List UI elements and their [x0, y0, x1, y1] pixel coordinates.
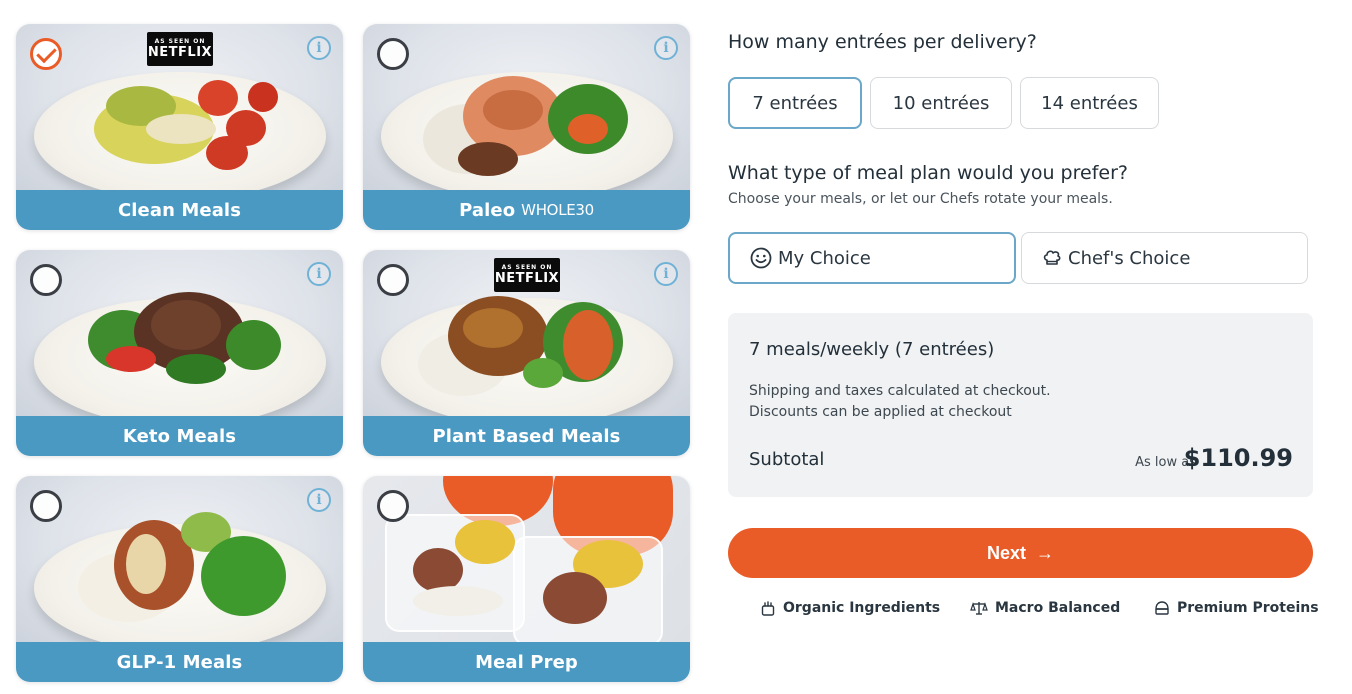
subtotal-label: Subtotal: [749, 449, 825, 470]
organic-icon: [761, 601, 775, 616]
feature-organic: Organic Ingredients: [760, 600, 940, 616]
feature-macro: Macro Balanced: [970, 600, 1120, 616]
arrow-right-icon: →: [1036, 542, 1054, 563]
meal-card-glp1[interactable]: i GLP-1 Meals: [16, 476, 343, 682]
meal-card-label: Meal Prep: [363, 642, 690, 682]
order-summary: 7 meals/weekly (7 entrées) Shipping and …: [728, 313, 1313, 497]
my-choice-label: My Choice: [778, 247, 871, 269]
plan-summary: 7 meals/weekly (7 entrées): [749, 339, 995, 360]
meal-radio[interactable]: [377, 264, 409, 296]
chefs-choice-option[interactable]: Chef's Choice: [1021, 232, 1308, 284]
netflix-badge: AS SEEN ON NETFLIX: [494, 258, 560, 292]
info-icon[interactable]: i: [654, 262, 678, 286]
meal-card-label: Plant Based Meals: [363, 416, 690, 456]
meal-card-keto[interactable]: i Keto Meals: [16, 250, 343, 456]
netflix-badge-top: AS SEEN ON: [154, 38, 206, 45]
entree-option-10[interactable]: 10 entrées: [870, 77, 1012, 129]
my-choice-option[interactable]: My Choice: [728, 232, 1016, 284]
meal-radio-checked[interactable]: [30, 38, 62, 70]
meal-radio[interactable]: [30, 490, 62, 522]
meal-photo: [16, 476, 343, 642]
feature-protein: Premium Proteins: [1154, 600, 1319, 616]
meal-radio[interactable]: [377, 490, 409, 522]
meal-plan-question: What type of meal plan would you prefer?: [728, 162, 1128, 184]
entree-option-7[interactable]: 7 entrées: [728, 77, 862, 129]
netflix-badge-main: NETFLIX: [494, 271, 560, 286]
info-icon[interactable]: i: [307, 488, 331, 512]
meal-radio[interactable]: [30, 264, 62, 296]
meal-photo: [363, 24, 690, 190]
protein-icon: [1155, 601, 1169, 615]
next-button-label: Next: [986, 542, 1026, 563]
meal-card-meal-prep[interactable]: Meal Prep: [363, 476, 690, 682]
info-icon[interactable]: i: [307, 262, 331, 286]
discount-note: Discounts can be applied at checkout: [749, 404, 1012, 420]
meal-card-label: GLP-1 Meals: [16, 642, 343, 682]
netflix-badge-main: NETFLIX: [147, 45, 213, 60]
next-button[interactable]: Next →: [728, 528, 1313, 578]
meal-card-label: Clean Meals: [16, 190, 343, 230]
scale-icon: [970, 602, 988, 615]
shipping-note: Shipping and taxes calculated at checkou…: [749, 383, 1051, 399]
smiley-icon: [750, 247, 772, 269]
meal-card-clean[interactable]: AS SEEN ON NETFLIX i Clean Meals: [16, 24, 343, 230]
meal-card-label: Keto Meals: [16, 416, 343, 456]
chefs-choice-label: Chef's Choice: [1068, 247, 1191, 269]
whole30-logo: WHOLE30: [521, 201, 594, 219]
meal-card-label: Paleo WHOLE30: [363, 190, 690, 230]
chef-hat-icon: [1042, 248, 1062, 268]
meal-photo: [363, 476, 690, 642]
meal-photo: [16, 250, 343, 416]
meal-plan-subtitle: Choose your meals, or let our Chefs rota…: [728, 191, 1113, 207]
entree-option-14[interactable]: 14 entrées: [1020, 77, 1159, 129]
meal-radio[interactable]: [377, 38, 409, 70]
subtotal-price: $110.99: [1183, 444, 1293, 472]
meal-card-plant-based[interactable]: AS SEEN ON NETFLIX i Plant Based Meals: [363, 250, 690, 456]
entrees-question: How many entrées per delivery?: [728, 31, 1037, 53]
netflix-badge: AS SEEN ON NETFLIX: [147, 32, 213, 66]
info-icon[interactable]: i: [654, 36, 678, 60]
meal-card-paleo[interactable]: i Paleo WHOLE30: [363, 24, 690, 230]
netflix-badge-top: AS SEEN ON: [501, 264, 553, 271]
info-icon[interactable]: i: [307, 36, 331, 60]
